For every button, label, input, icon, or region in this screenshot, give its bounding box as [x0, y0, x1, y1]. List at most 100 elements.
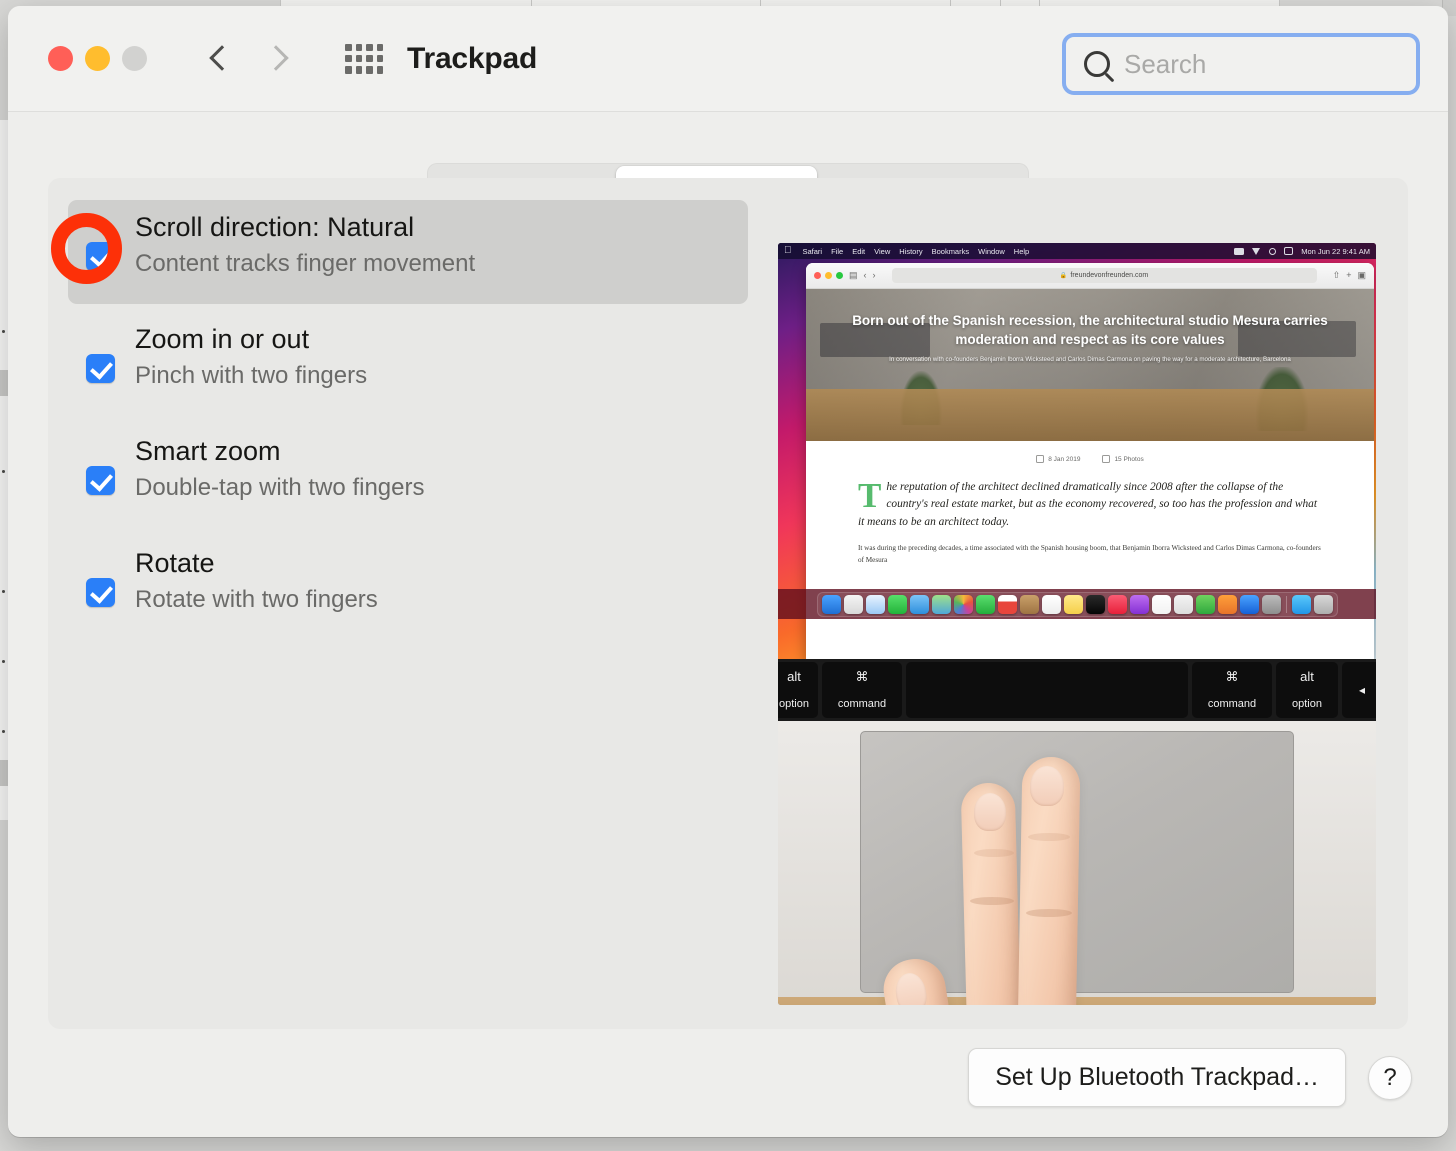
- knuckle-crease: [970, 897, 1014, 905]
- dock-icon-numbers: [1196, 595, 1215, 614]
- option-row-scroll-direction[interactable]: Scroll direction: Natural Content tracks…: [68, 200, 748, 304]
- dock-icon-photos: [954, 595, 973, 614]
- preview-trackpad-photo: [778, 721, 1376, 1005]
- navigation-arrows: [209, 42, 287, 76]
- key-option-left: alt option: [778, 662, 818, 718]
- option-title: Scroll direction: Natural: [135, 212, 475, 243]
- article-headline: Born out of the Spanish recession, the a…: [806, 289, 1374, 349]
- key-command-label-left: command: [838, 698, 886, 710]
- option-subtitle: Double-tap with two fingers: [135, 474, 424, 502]
- search-icon: [1269, 248, 1276, 255]
- help-button[interactable]: ?: [1368, 1056, 1412, 1100]
- menubar-item-history: History: [899, 247, 922, 256]
- safari-url-text: freundevonfreunden.com: [1070, 272, 1148, 279]
- zoom-button[interactable]: [122, 46, 147, 71]
- option-title: Rotate: [135, 548, 378, 579]
- control-center-icon: [1284, 247, 1293, 255]
- close-button[interactable]: [48, 46, 73, 71]
- set-up-bluetooth-trackpad-button[interactable]: Set Up Bluetooth Trackpad…: [968, 1048, 1346, 1107]
- preview-desktop:  Safari File Edit View History Bookmark…: [778, 243, 1376, 659]
- footer-actions: Set Up Bluetooth Trackpad… ?: [968, 1048, 1412, 1107]
- middle-fingernail: [1030, 766, 1064, 806]
- article-next-paragraph: It was during the preceding decades, a t…: [858, 543, 1322, 566]
- scroll-direction-checkbox[interactable]: [86, 242, 115, 271]
- traffic-lights: [48, 46, 147, 71]
- gesture-options-list: Scroll direction: Natural Content tracks…: [48, 178, 748, 1029]
- dock-icon-appletv: [1086, 595, 1105, 614]
- forward-chevron-icon[interactable]: [265, 42, 287, 76]
- option-subtitle: Rotate with two fingers: [135, 586, 378, 614]
- system-preferences-window: Trackpad Search Point & Click Scroll & Z…: [8, 6, 1448, 1137]
- minimize-button[interactable]: [85, 46, 110, 71]
- desk-surface: [778, 997, 1376, 1005]
- option-row-rotate[interactable]: Rotate Rotate with two fingers: [68, 536, 748, 640]
- dock-icon-calendar: [998, 595, 1017, 614]
- menubar-item-file: File: [831, 247, 843, 256]
- option-row-zoom-in-or-out[interactable]: Zoom in or out Pinch with two fingers: [68, 312, 748, 416]
- back-chevron-icon[interactable]: [209, 42, 231, 76]
- dock-icon-reminders: [1042, 595, 1061, 614]
- key-option-label-right: option: [1292, 698, 1322, 710]
- dock-icon-trash: [1314, 595, 1333, 614]
- menubar-item-bookmarks: Bookmarks: [932, 247, 970, 256]
- key-command-label-right: command: [1208, 698, 1256, 710]
- dock-icon-pages: [1218, 595, 1237, 614]
- new-tab-icon: +: [1346, 271, 1351, 280]
- dock-icon-contacts: [1020, 595, 1039, 614]
- tabs-overview-icon: ▣: [1357, 271, 1366, 280]
- dock-icon-mail: [910, 595, 929, 614]
- rotate-checkbox[interactable]: [86, 578, 115, 607]
- screen: Trackpad Search Point & Click Scroll & Z…: [0, 0, 1456, 1151]
- dock-icon-maps: [932, 595, 951, 614]
- article-lede-text: he reputation of the architect declined …: [858, 481, 1317, 528]
- key-arrow-left: ◂: [1342, 662, 1376, 718]
- command-symbol-icon-right: ⌘: [1226, 669, 1239, 685]
- article-dek: In conversation with co-founders Benjami…: [806, 349, 1374, 365]
- option-row-smart-zoom[interactable]: Smart zoom Double-tap with two fingers: [68, 424, 748, 528]
- knuckle-crease: [1028, 833, 1070, 841]
- dock-icon-news: [1152, 595, 1171, 614]
- smart-zoom-checkbox[interactable]: [86, 466, 115, 495]
- wifi-icon: [1252, 247, 1261, 256]
- menubar-item-edit: Edit: [852, 247, 865, 256]
- key-alt-label-right: alt: [1300, 669, 1314, 684]
- search-placeholder: Search: [1124, 49, 1206, 80]
- menubar-clock: Mon Jun 22 9:41 AM: [1301, 247, 1370, 256]
- key-option-right: alt option: [1276, 662, 1338, 718]
- article-dropcap: T: [858, 481, 881, 510]
- index-fingernail: [974, 793, 1006, 831]
- article-lede-paragraph: The reputation of the architect declined…: [858, 479, 1322, 531]
- menubar-item-help: Help: [1014, 247, 1029, 256]
- sidebar-icon: ▤: [849, 271, 858, 280]
- preview-keyboard: alt option ⌘ command ⌘ command: [778, 659, 1376, 721]
- dock-icon-appstore: [1240, 595, 1259, 614]
- dock-icon-finder: [822, 595, 841, 614]
- article-body: 8 Jan 2019 15 Photos The reputation of t…: [806, 441, 1374, 566]
- preview-menubar:  Safari File Edit View History Bookmark…: [778, 243, 1376, 259]
- safari-forward-icon: ›: [873, 271, 876, 280]
- settings-card: Scroll direction: Natural Content tracks…: [48, 178, 1408, 1029]
- article-photo-count: 15 Photos: [1114, 456, 1143, 463]
- knuckle-crease: [974, 849, 1014, 857]
- key-alt-label-left: alt: [787, 669, 801, 684]
- menubar-item-safari: Safari: [803, 247, 823, 256]
- key-option-label-left: option: [779, 698, 809, 710]
- command-symbol-icon-left: ⌘: [856, 669, 869, 685]
- knuckle-crease: [1026, 909, 1072, 917]
- titlebar: Trackpad Search: [8, 6, 1448, 112]
- search-field[interactable]: Search: [1062, 33, 1420, 95]
- key-spacebar: [906, 662, 1188, 718]
- photos-icon: [1102, 455, 1110, 463]
- key-command-right: ⌘ command: [1192, 662, 1272, 718]
- show-all-grid-icon[interactable]: [345, 44, 383, 74]
- dock-icon-downloads: [1292, 595, 1311, 614]
- zoom-in-or-out-checkbox[interactable]: [86, 354, 115, 383]
- article-meta: 8 Jan 2019 15 Photos: [858, 455, 1322, 463]
- dock-icon-music: [1108, 595, 1127, 614]
- battery-icon: [1234, 248, 1244, 255]
- menubar-item-window: Window: [978, 247, 1005, 256]
- gesture-preview-video[interactable]:  Safari File Edit View History Bookmark…: [778, 243, 1376, 1005]
- menubar-item-view: View: [874, 247, 890, 256]
- safari-back-icon: ‹: [864, 271, 867, 280]
- option-subtitle: Content tracks finger movement: [135, 250, 475, 278]
